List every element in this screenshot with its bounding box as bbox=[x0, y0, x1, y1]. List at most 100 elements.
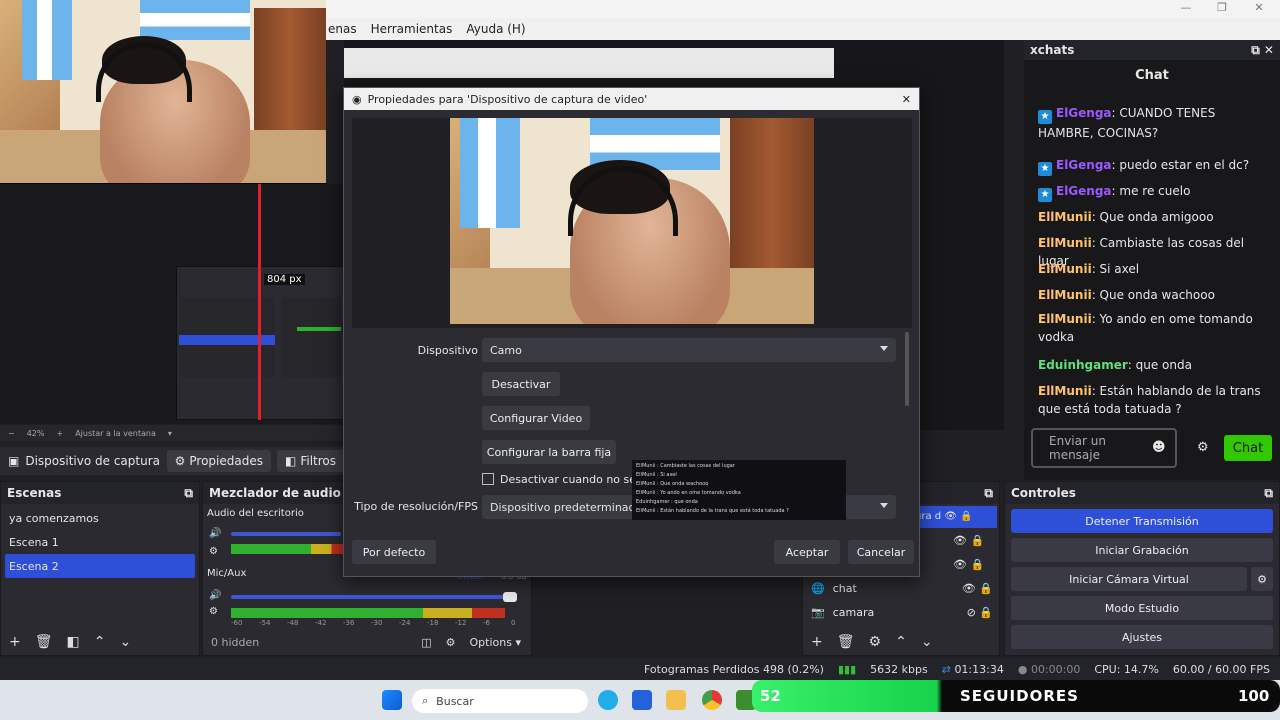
db-tick: -18 bbox=[427, 619, 439, 627]
taskbar-search[interactable]: ⌕ Buscar bbox=[412, 689, 588, 713]
start-virtual-cam-button[interactable]: Iniciar Cámara Virtual bbox=[1011, 567, 1247, 591]
zoom-in-icon[interactable]: + bbox=[56, 429, 63, 438]
fit-window-label[interactable]: Ajustar a la ventana bbox=[75, 429, 156, 438]
menu-item-ayuda[interactable]: Ayuda (H) bbox=[466, 22, 525, 36]
chrome-icon[interactable] bbox=[702, 690, 722, 710]
gear-icon[interactable]: ⚙ bbox=[1197, 440, 1209, 455]
controls-dock: Controles ⧉ Detener Transmisión Iniciar G… bbox=[1004, 481, 1280, 656]
windows-start-icon[interactable] bbox=[382, 690, 402, 710]
volume-slider[interactable] bbox=[231, 532, 341, 536]
chat-username[interactable]: EllMunii bbox=[1038, 288, 1092, 302]
chat-username[interactable]: EllMunii bbox=[1038, 312, 1092, 326]
store-icon[interactable] bbox=[632, 690, 652, 710]
volume-knob[interactable] bbox=[503, 592, 517, 602]
chat-username[interactable]: ElGenga bbox=[1056, 158, 1112, 172]
defaults-button[interactable]: Por defecto bbox=[352, 540, 436, 564]
scenes-dock: Escenas ⧉ ya comenzamos Escena 1 Escena 2… bbox=[0, 481, 200, 656]
add-icon[interactable]: + bbox=[9, 634, 21, 650]
close-icon[interactable]: ⧉ ✕ bbox=[1251, 43, 1274, 58]
overlay-mini-chat: EllMunii : Cambiaste las cosas del lugar… bbox=[632, 460, 846, 520]
scene-item[interactable]: ya comenzamos bbox=[1, 506, 199, 530]
properties-button[interactable]: ⚙ Propiedades bbox=[166, 450, 271, 472]
folder-icon[interactable] bbox=[666, 690, 686, 710]
options-menu[interactable]: Options ▾ bbox=[470, 636, 521, 649]
overlay-chat-line: EllMunii : Están hablando de la trans qu… bbox=[636, 508, 789, 514]
add-icon[interactable]: + bbox=[811, 634, 823, 650]
cancel-button[interactable]: Cancelar bbox=[848, 540, 914, 564]
start-recording-button[interactable]: Iniciar Grabación bbox=[1011, 538, 1273, 562]
chat-username[interactable]: Eduinhgamer bbox=[1038, 358, 1128, 372]
configure-video-button[interactable]: Configurar Video bbox=[482, 406, 590, 430]
volume-slider[interactable] bbox=[231, 595, 511, 599]
chat-username[interactable]: ElGenga bbox=[1056, 106, 1112, 120]
source-item-selected[interactable]: ura d 👁 🔒 bbox=[911, 506, 997, 528]
source-row-icons[interactable]: 👁 🔒 bbox=[953, 534, 984, 547]
close-icon[interactable]: ✕ bbox=[1249, 1, 1269, 14]
arrow-down-icon[interactable]: ⌄ bbox=[119, 634, 131, 650]
measure-label: 804 px bbox=[264, 274, 305, 285]
layout-icon[interactable]: ◫ bbox=[421, 636, 431, 649]
scrollbar[interactable] bbox=[905, 332, 909, 406]
deactivate-when-hidden-checkbox[interactable] bbox=[482, 473, 494, 485]
webcam-overlay bbox=[0, 0, 326, 184]
filter-icon[interactable]: ◧ bbox=[67, 634, 80, 650]
source-row-icons[interactable]: 👁 🔒 bbox=[953, 558, 984, 571]
studio-mode-button[interactable]: Modo Estudio bbox=[1011, 596, 1273, 620]
chat-dock: xchats ⧉ ✕ Chat ★ ElGenga: CUANDO TENES HA… bbox=[1024, 40, 1280, 480]
minimize-icon[interactable]: — bbox=[1176, 1, 1196, 14]
overlay-chat-line: EllMunii : Que onda wachooo bbox=[636, 481, 709, 487]
arrow-up-icon[interactable]: ⌃ bbox=[94, 634, 106, 650]
camera-preview bbox=[450, 118, 814, 324]
undock-icon[interactable]: ⧉ bbox=[984, 486, 993, 501]
menu-item-herramientas[interactable]: Herramientas bbox=[371, 22, 453, 36]
emoji-icon[interactable]: ☻ bbox=[1152, 440, 1166, 455]
gear-icon[interactable]: ⚙ bbox=[869, 634, 882, 650]
gear-icon[interactable]: ⚙ bbox=[1251, 567, 1273, 591]
zoom-out-icon[interactable]: − bbox=[8, 429, 15, 438]
speaker-icon[interactable]: 🔊 bbox=[209, 590, 221, 601]
scene-item-selected[interactable]: Escena 2 bbox=[5, 554, 195, 578]
chat-username[interactable]: EllMunii bbox=[1038, 262, 1092, 276]
undock-icon[interactable]: ⧉ bbox=[1264, 486, 1273, 501]
chat-message: ★ ElGenga: me re cuelo bbox=[1038, 182, 1270, 202]
arrow-down-icon[interactable]: ⌄ bbox=[921, 634, 933, 650]
scene-item[interactable]: Escena 1 bbox=[1, 530, 199, 554]
audio-meter bbox=[231, 608, 505, 618]
speaker-icon[interactable]: 🔊 bbox=[209, 528, 221, 539]
filters-button[interactable]: ◧ Filtros bbox=[276, 450, 344, 472]
maximize-icon[interactable]: ❐ bbox=[1212, 1, 1232, 14]
trash-icon[interactable]: 🗑 bbox=[837, 634, 855, 650]
dropped-frames: Fotogramas Perdidos 498 (0.2%) bbox=[644, 662, 824, 676]
gear-icon[interactable]: ⚙ bbox=[446, 636, 456, 649]
accept-button[interactable]: Aceptar bbox=[774, 540, 840, 564]
chevron-down-icon bbox=[880, 503, 888, 508]
stop-stream-button[interactable]: Detener Transmisión bbox=[1011, 509, 1273, 533]
chat-text: : Que onda wachooo bbox=[1091, 288, 1215, 302]
db-tick: -36 bbox=[343, 619, 355, 627]
deactivate-button[interactable]: Desactivar bbox=[482, 372, 560, 396]
menu-item-escenas[interactable]: enas bbox=[328, 22, 357, 36]
settings-icon[interactable]: ⚙ bbox=[209, 546, 218, 557]
chat-send-button[interactable]: Chat bbox=[1224, 435, 1272, 461]
chat-username[interactable]: ElGenga bbox=[1056, 184, 1112, 198]
device-select[interactable]: Camo bbox=[482, 338, 896, 362]
chat-username[interactable]: EllMunii bbox=[1038, 384, 1092, 398]
selected-source-name: Dispositivo de captura de v bbox=[25, 454, 160, 468]
close-icon[interactable]: ✕ bbox=[902, 93, 911, 106]
chat-message: ★ ElGenga: puedo estar en el dc? bbox=[1038, 156, 1270, 176]
settings-icon[interactable]: ⚙ bbox=[209, 606, 218, 617]
source-item[interactable]: 🌐 chat 👁 🔒 bbox=[811, 582, 993, 595]
configure-bar-button[interactable]: Configurar la barra fija bbox=[482, 440, 616, 464]
source-item[interactable]: 📷 camara ⊘ 🔒 bbox=[811, 606, 993, 619]
device-label: Dispositivo bbox=[417, 344, 478, 357]
edge-icon[interactable] bbox=[598, 690, 618, 710]
db-tick: -30 bbox=[371, 619, 383, 627]
undock-icon[interactable]: ⧉ bbox=[184, 486, 193, 501]
arrow-up-icon[interactable]: ⌃ bbox=[895, 634, 907, 650]
bitrate: 5632 kbps bbox=[870, 662, 928, 676]
trash-icon[interactable]: 🗑 bbox=[35, 634, 53, 650]
chevron-down-icon[interactable]: ▾ bbox=[168, 429, 172, 438]
settings-button[interactable]: Ajustes bbox=[1011, 625, 1273, 649]
chat-username[interactable]: EllMunii bbox=[1038, 236, 1092, 250]
chat-username[interactable]: EllMunii bbox=[1038, 210, 1092, 224]
